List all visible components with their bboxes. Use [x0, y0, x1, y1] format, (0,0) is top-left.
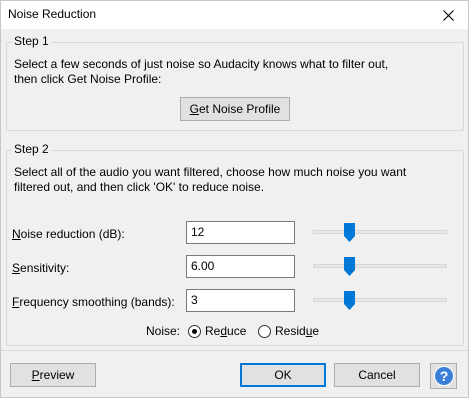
ok-button[interactable]: OK [240, 363, 326, 387]
step1-group: Step 1 Select a few seconds of just nois… [6, 34, 464, 131]
close-icon [442, 9, 454, 21]
frequency-smoothing-slider[interactable] [313, 298, 447, 302]
get-noise-profile-label: et Noise Profile [198, 102, 281, 116]
frequency-smoothing-input[interactable]: 3 [186, 289, 295, 312]
step1-title: Step 1 [12, 34, 51, 48]
window-title: Noise Reduction [8, 7, 97, 21]
get-noise-profile-mnemonic: G [189, 102, 199, 116]
noise-reduction-slider[interactable] [313, 230, 447, 234]
help-button[interactable]: ? [430, 363, 457, 389]
help-icon: ? [433, 366, 454, 386]
sensitivity-slider[interactable] [313, 264, 447, 268]
frequency-smoothing-label: Frequency smoothing (bands): [12, 295, 175, 309]
sensitivity-input[interactable]: 6.00 [186, 255, 295, 278]
sensitivity-slider-thumb[interactable] [344, 257, 355, 276]
noise-reduction-label: Noise reduction (dB): [12, 227, 125, 241]
step2-instructions: Select all of the audio you want filtere… [14, 165, 407, 194]
footer-divider [1, 350, 468, 351]
title-bar: Noise Reduction [1, 1, 468, 29]
noise-reduction-input[interactable]: 12 [186, 221, 295, 244]
reduce-radio-label[interactable]: Reduce [205, 324, 246, 338]
sensitivity-label: Sensitivity: [12, 261, 70, 275]
frequency-smoothing-slider-thumb[interactable] [344, 291, 355, 310]
reduce-radio[interactable] [188, 325, 201, 338]
cancel-button[interactable]: Cancel [334, 363, 420, 387]
noise-reduction-dialog: Noise Reduction Step 1 Select a few seco… [0, 0, 469, 398]
get-noise-profile-button[interactable]: Get Noise Profile [180, 97, 290, 121]
noise-mode-label: Noise: [146, 324, 181, 338]
close-button[interactable] [428, 1, 468, 29]
step2-group: Step 2 Select all of the audio you want … [6, 142, 464, 346]
step1-instructions: Select a few seconds of just noise so Au… [14, 57, 389, 86]
preview-button[interactable]: Preview [10, 363, 96, 387]
residue-radio-label[interactable]: Residue [275, 324, 319, 338]
noise-reduction-slider-thumb[interactable] [344, 223, 355, 242]
svg-text:?: ? [439, 368, 448, 384]
step2-title: Step 2 [12, 142, 51, 156]
residue-radio[interactable] [258, 325, 271, 338]
